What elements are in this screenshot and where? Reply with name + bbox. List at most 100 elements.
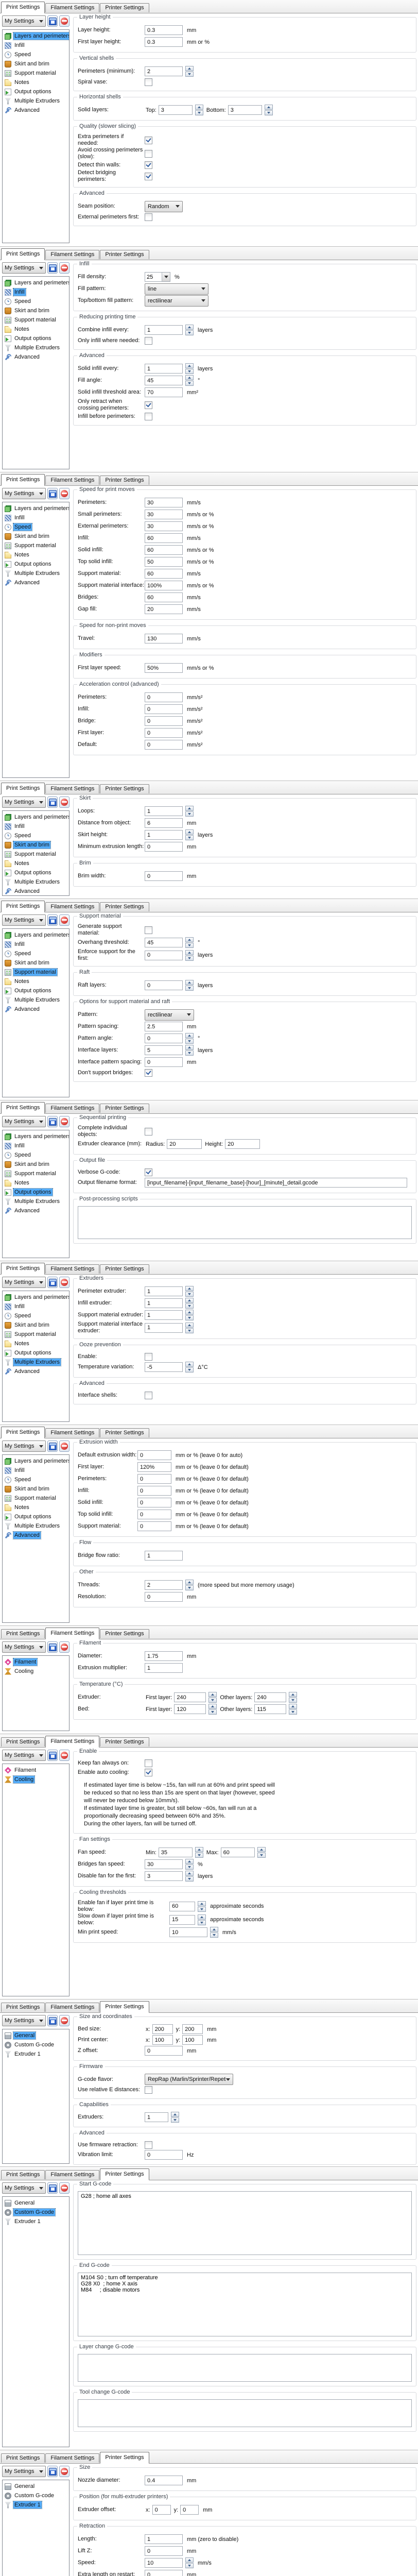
sidebar-item-output-options[interactable]: Output options (3, 868, 69, 877)
sidebar-item-layers-and-perimeters[interactable]: Layers and perimeters (3, 1456, 69, 1466)
spin-down-button[interactable] (185, 1303, 194, 1309)
spin-up-button[interactable] (185, 363, 194, 368)
spin-down-button[interactable] (185, 2563, 194, 2568)
spiral-vase-checkbox[interactable] (145, 78, 152, 86)
spin-up-button[interactable] (185, 806, 194, 811)
preset-select[interactable]: My Settings (2, 2466, 46, 2477)
fill-pattern-select[interactable]: line (145, 283, 208, 295)
loops-input[interactable] (145, 806, 183, 816)
sidebar-item-speed[interactable]: Speed (3, 1475, 69, 1484)
spin-down-button[interactable] (185, 943, 194, 948)
spin-up-button[interactable] (210, 1927, 218, 1932)
spin-up-button[interactable] (185, 950, 194, 955)
top-solid-infill-input[interactable] (145, 557, 183, 567)
tab-printer-settings[interactable]: Printer Settings (100, 476, 149, 485)
spin-up-button[interactable] (185, 937, 194, 942)
spin-up-button[interactable] (185, 1045, 194, 1050)
sidebar-item-advanced[interactable]: Advanced (3, 1005, 69, 1014)
small-perimeters-input[interactable] (145, 510, 183, 519)
fan-speed-input[interactable] (221, 1848, 255, 1857)
infill-before-perimeters-checkbox[interactable] (145, 413, 152, 420)
tab-print-settings[interactable]: Print Settings (1, 783, 45, 794)
sidebar-item-infill[interactable]: Infill (3, 1141, 69, 1150)
layer-change-g-code-textarea[interactable] (78, 2354, 412, 2382)
disable-fan-for-the-first-input[interactable] (145, 1871, 183, 1881)
spin-down-button[interactable] (185, 1292, 194, 1297)
nozzle-diameter-input[interactable] (145, 2476, 183, 2485)
sidebar-item-output-options[interactable]: Output options (3, 1188, 69, 1197)
spin-up-button[interactable] (185, 1580, 194, 1585)
preset-select[interactable]: My Settings (2, 1440, 46, 1452)
sidebar-item-infill[interactable]: Infill (3, 822, 69, 831)
spin-up-button[interactable] (195, 105, 203, 110)
sidebar-item-multiple-extruders[interactable]: Multiple Extruders (3, 995, 69, 1005)
spin-down-button[interactable] (210, 1933, 218, 1938)
tab-filament-settings[interactable]: Filament Settings (45, 902, 99, 911)
print-center-input[interactable] (152, 2035, 173, 2045)
tab-filament-settings[interactable]: Filament Settings (45, 2170, 99, 2179)
sidebar-item-filament[interactable]: Filament (3, 1766, 69, 1775)
spin-down-button[interactable] (289, 1709, 297, 1715)
save-preset-button[interactable] (47, 262, 58, 274)
resolution-input[interactable] (145, 1592, 183, 1602)
spin-down-button[interactable] (257, 1853, 266, 1858)
sidebar-item-advanced[interactable]: Advanced (3, 1531, 69, 1540)
sidebar-item-notes[interactable]: Notes (3, 78, 69, 87)
raft-layers-input[interactable] (145, 980, 183, 990)
tab-print-settings[interactable]: Print Settings (1, 248, 45, 260)
save-preset-button[interactable] (47, 1641, 58, 1653)
sidebar-item-cooling[interactable]: Cooling (3, 1667, 69, 1676)
preset-select[interactable]: My Settings (2, 2182, 46, 2194)
sidebar-item-skirt-and-brim[interactable]: Skirt and brim (3, 1160, 69, 1169)
sidebar-item-skirt-and-brim[interactable]: Skirt and brim (3, 59, 69, 69)
save-preset-button[interactable] (47, 796, 58, 808)
preset-select[interactable]: My Settings (2, 2015, 46, 2026)
interface-shells-checkbox[interactable] (145, 1392, 152, 1399)
delete-preset-button[interactable] (59, 2015, 69, 2026)
spin-down-button[interactable] (185, 956, 194, 961)
sidebar-item-layers-and-perimeters[interactable]: Layers and perimeters (3, 504, 69, 513)
z-offset-input[interactable] (145, 2046, 183, 2056)
sidebar-item-multiple-extruders[interactable]: Multiple Extruders (3, 1521, 69, 1531)
sidebar-item-notes[interactable]: Notes (3, 1503, 69, 1512)
extruder-input[interactable] (254, 1692, 286, 1702)
spin-down-button[interactable] (185, 1315, 194, 1320)
sidebar-item-support-material[interactable]: Support material (3, 1330, 69, 1339)
bed-input[interactable] (174, 1704, 206, 1714)
spin-up-button[interactable] (289, 1704, 297, 1709)
preset-select[interactable]: My Settings (2, 1277, 46, 1288)
spin-down-button[interactable] (185, 986, 194, 991)
support-material-interface-extruder-input[interactable] (145, 1323, 183, 1333)
sidebar-item-custom-g-code[interactable]: Custom G-code (3, 2491, 69, 2500)
sidebar-item-custom-g-code[interactable]: Custom G-code (3, 2208, 69, 2217)
sidebar-item-infill[interactable]: Infill (3, 41, 69, 50)
threads-input[interactable] (145, 1580, 183, 1590)
tab-print-settings[interactable]: Print Settings (1, 901, 45, 912)
sidebar-item-speed[interactable]: Speed (3, 1150, 69, 1160)
sidebar-item-layers-and-perimeters[interactable]: Layers and perimeters (3, 812, 69, 822)
output-filename-format-input[interactable] (145, 1178, 407, 1188)
spin-up-button[interactable] (185, 1310, 194, 1315)
extra-perimeters-if-needed-checkbox[interactable] (145, 137, 152, 144)
sidebar-item-notes[interactable]: Notes (3, 325, 69, 334)
sidebar-item-speed[interactable]: Speed (3, 297, 69, 306)
sidebar-item-notes[interactable]: Notes (3, 977, 69, 986)
support-material-input[interactable] (137, 1521, 171, 1531)
spin-up-button[interactable] (185, 325, 194, 330)
infill-input[interactable] (145, 533, 183, 543)
spin-up-button[interactable] (185, 1362, 194, 1367)
fill-density-input[interactable] (145, 274, 162, 281)
sidebar-item-speed[interactable]: Speed (3, 50, 69, 59)
sidebar-item-support-material[interactable]: Support material (3, 1494, 69, 1503)
tab-printer-settings[interactable]: Printer Settings (100, 902, 149, 911)
g-code-flavor-select[interactable]: RepRap (Marlin/Sprinter/Repetier) (145, 2074, 233, 2085)
preset-select[interactable]: My Settings (2, 262, 46, 274)
preset-select[interactable]: My Settings (2, 914, 46, 926)
sidebar-item-advanced[interactable]: Advanced (3, 352, 69, 362)
delete-preset-button[interactable] (59, 1277, 69, 1288)
slow-down-if-layer-print-time-is-below-input[interactable] (169, 1915, 195, 1925)
tab-print-settings[interactable]: Print Settings (1, 2453, 45, 2463)
tab-print-settings[interactable]: Print Settings (1, 1263, 45, 1275)
save-preset-button[interactable] (47, 2182, 58, 2194)
spin-up-button[interactable] (198, 1914, 206, 1920)
